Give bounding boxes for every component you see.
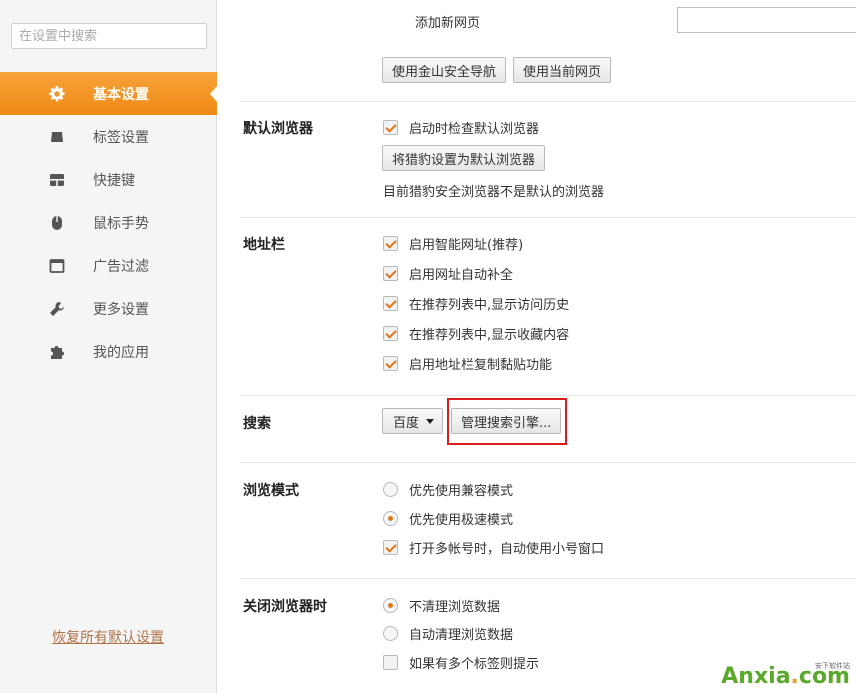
section-divider	[240, 101, 856, 102]
puzzle-icon	[49, 344, 65, 360]
show-history-option[interactable]: 在推荐列表中,显示访问历史	[383, 294, 569, 312]
option-label: 启动时检查默认浏览器	[409, 118, 539, 137]
option-label: 打开多帐号时，自动使用小号窗口	[409, 538, 604, 557]
auto-clear-data-option[interactable]: 自动清理浏览数据	[383, 624, 513, 642]
option-label: 不清理浏览数据	[409, 596, 500, 615]
address-bar-title: 地址栏	[243, 234, 285, 254]
sidebar-item-label: 标签设置	[93, 127, 149, 147]
multi-account-window-option[interactable]: 打开多帐号时，自动使用小号窗口	[383, 538, 604, 556]
speed-mode-option[interactable]: 优先使用极速模式	[383, 509, 513, 527]
option-label: 启用网址自动补全	[409, 264, 513, 283]
radio[interactable]	[383, 626, 398, 641]
mouse-icon	[49, 215, 65, 231]
checkbox[interactable]	[383, 120, 398, 135]
settings-search-input[interactable]	[11, 23, 207, 49]
sidebar-nav: 基本设置 标签设置 快捷键 鼠标手势	[0, 72, 217, 373]
keyboard-icon	[49, 172, 65, 188]
option-label: 优先使用兼容模式	[409, 480, 513, 499]
checkbox[interactable]	[383, 540, 398, 555]
checkbox[interactable]	[383, 356, 398, 371]
gear-icon	[49, 86, 65, 102]
add-page-label: 添加新网页	[415, 12, 480, 31]
compat-mode-option[interactable]: 优先使用兼容模式	[383, 480, 513, 498]
show-favorites-option[interactable]: 在推荐列表中,显示收藏内容	[383, 324, 569, 342]
sidebar-item-label: 广告过滤	[93, 256, 149, 276]
highlight-box	[447, 398, 567, 445]
sidebar-item-label: 我的应用	[93, 342, 149, 362]
radio[interactable]	[383, 511, 398, 526]
smart-url-option[interactable]: 启用智能网址(推荐)	[383, 234, 523, 252]
window-icon	[49, 258, 65, 274]
sidebar-item-basic-settings[interactable]: 基本设置	[0, 72, 217, 115]
search-title: 搜索	[243, 413, 271, 433]
sidebar-item-label: 更多设置	[93, 299, 149, 319]
sidebar-item-ad-filter[interactable]: 广告过滤	[0, 244, 217, 287]
multi-tab-prompt-option[interactable]: 如果有多个标签则提示	[383, 653, 539, 671]
section-divider	[240, 578, 856, 579]
option-label: 在推荐列表中,显示收藏内容	[409, 324, 569, 343]
checkbox[interactable]	[383, 236, 398, 251]
on-close-title: 关闭浏览器时	[243, 596, 327, 616]
sidebar-item-my-apps[interactable]: 我的应用	[0, 330, 217, 373]
sidebar-item-shortcuts[interactable]: 快捷键	[0, 158, 217, 201]
copy-paste-option[interactable]: 启用地址栏复制黏贴功能	[383, 354, 552, 372]
watermark-brand: Anxia	[721, 664, 790, 689]
sidebar-item-label: 基本设置	[93, 84, 149, 104]
option-label: 自动清理浏览数据	[409, 624, 513, 643]
option-label: 启用地址栏复制黏贴功能	[409, 354, 552, 373]
option-label: 优先使用极速模式	[409, 509, 513, 528]
set-default-browser-button[interactable]: 将猎豹设置为默认浏览器	[382, 145, 545, 171]
no-clear-data-option[interactable]: 不清理浏览数据	[383, 596, 500, 614]
watermark-dot: .	[791, 664, 799, 689]
checkbox[interactable]	[383, 296, 398, 311]
section-divider	[240, 395, 856, 396]
search-engine-value: 百度	[393, 412, 419, 431]
option-label: 如果有多个标签则提示	[409, 653, 539, 672]
default-browser-title: 默认浏览器	[243, 118, 313, 138]
url-autocomplete-option[interactable]: 启用网址自动补全	[383, 264, 513, 282]
watermark-logo: Anxia.com 安下软件站	[721, 664, 850, 689]
check-default-on-start-option[interactable]: 启动时检查默认浏览器	[383, 118, 539, 136]
sidebar-item-tab-settings[interactable]: 标签设置	[0, 115, 217, 158]
sidebar-item-label: 快捷键	[93, 170, 135, 190]
option-label: 在推荐列表中,显示访问历史	[409, 294, 569, 313]
option-label: 启用智能网址(推荐)	[409, 234, 523, 253]
section-divider	[240, 462, 856, 463]
use-nav-button[interactable]: 使用金山安全导航	[382, 57, 506, 83]
sidebar: 基本设置 标签设置 快捷键 鼠标手势	[0, 0, 217, 693]
radio[interactable]	[383, 598, 398, 613]
radio[interactable]	[383, 482, 398, 497]
restore-defaults-link[interactable]: 恢复所有默认设置	[52, 627, 164, 647]
new-page-url-input[interactable]	[677, 7, 856, 33]
wrench-icon	[49, 301, 65, 317]
sidebar-item-more-settings[interactable]: 更多设置	[0, 287, 217, 330]
sidebar-item-mouse-gestures[interactable]: 鼠标手势	[0, 201, 217, 244]
tab-icon	[49, 129, 65, 145]
section-divider	[240, 217, 856, 218]
chevron-down-icon	[426, 419, 434, 424]
use-current-page-button[interactable]: 使用当前网页	[513, 57, 611, 83]
default-browser-status: 目前猎豹安全浏览器不是默认的浏览器	[383, 181, 604, 200]
browse-mode-title: 浏览模式	[243, 480, 299, 500]
checkbox[interactable]	[383, 266, 398, 281]
checkbox[interactable]	[383, 326, 398, 341]
sidebar-item-label: 鼠标手势	[93, 213, 149, 233]
watermark-subtitle: 安下软件站	[815, 661, 850, 671]
search-engine-select[interactable]: 百度	[382, 408, 443, 434]
checkbox[interactable]	[383, 655, 398, 670]
